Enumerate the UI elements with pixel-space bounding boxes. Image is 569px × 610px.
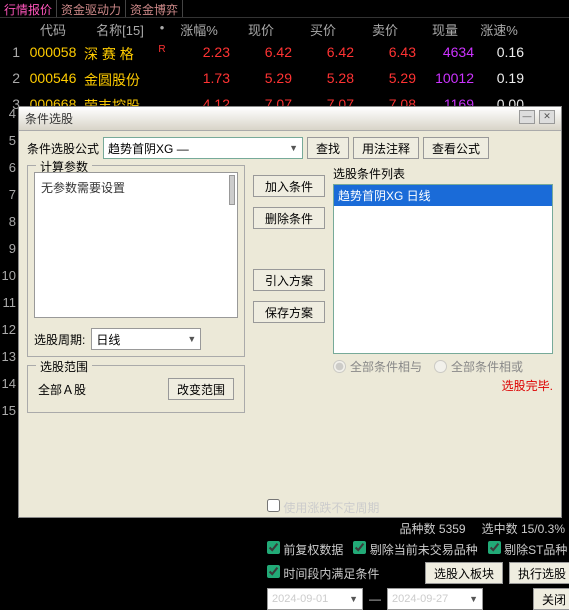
col-name[interactable]: 名称[15]: [84, 20, 156, 39]
col-speed[interactable]: 涨速%: [474, 20, 530, 39]
formula-select[interactable]: 趋势首阴XG — ▼: [103, 137, 303, 159]
chevron-down-icon: ▼: [187, 334, 196, 344]
range-fieldset: 选股范围 全部Ａ股 改变范围: [27, 365, 245, 413]
chk-forward-adjust[interactable]: 前复权数据: [267, 541, 343, 558]
selected-count: 选中数 15/0.3%: [482, 520, 565, 537]
delete-condition-button[interactable]: 删除条件: [253, 207, 325, 229]
top-tabs: 行情报价 资金驱动力 资金博弈: [0, 0, 569, 18]
params-fieldset: 计算参数 无参数需要设置 选股周期: 日线 ▼: [27, 165, 245, 357]
tab-capital-drive[interactable]: 资金驱动力: [57, 0, 126, 17]
kind-count: 品种数 5359: [400, 520, 466, 537]
conditions-list-label: 选股条件列表: [333, 165, 553, 182]
add-condition-button[interactable]: 加入条件: [253, 175, 325, 197]
condition-stock-dialog: 条件选股 — ✕ 条件选股公式 趋势首阴XG — ▼ 查找 用法注释 查看公式 …: [18, 106, 562, 518]
col-dot: •: [156, 20, 168, 39]
col-volume[interactable]: 现量: [416, 20, 474, 39]
params-box: 无参数需要设置: [34, 172, 238, 318]
col-price[interactable]: 现价: [230, 20, 292, 39]
conditions-listbox[interactable]: 趋势首阴XG 日线: [333, 184, 553, 354]
col-sell[interactable]: 卖价: [354, 20, 416, 39]
range-value: 全部Ａ股: [38, 381, 86, 398]
dialog-titlebar[interactable]: 条件选股 — ✕: [19, 107, 561, 131]
save-scheme-button[interactable]: 保存方案: [253, 301, 325, 323]
col-change[interactable]: 涨幅%: [168, 20, 230, 39]
chk-undef-period[interactable]: 使用涨跌不定周期: [267, 499, 379, 516]
table-row[interactable]: 2 000546 金圆股份 1.73 5.29 5.28 5.29 10012 …: [0, 67, 569, 93]
chk-exclude-st[interactable]: 剔除ST品种: [488, 541, 568, 558]
chevron-down-icon: ▼: [289, 143, 298, 153]
view-formula-button[interactable]: 查看公式: [423, 137, 489, 159]
search-button[interactable]: 查找: [307, 137, 349, 159]
done-status: 选股完毕.: [333, 377, 553, 394]
chk-exclude-nontrade[interactable]: 剔除当前未交易品种: [353, 541, 477, 558]
table-row[interactable]: 1 000058 深 赛 格 R 2.23 6.42 6.42 6.43 463…: [0, 41, 569, 67]
tab-quotes[interactable]: 行情报价: [0, 0, 57, 17]
col-buy[interactable]: 买价: [292, 20, 354, 39]
date-to-select[interactable]: 2024-09-27▼: [387, 588, 483, 610]
close-icon[interactable]: ✕: [539, 110, 555, 124]
radio-or[interactable]: 全部条件相或: [434, 358, 523, 375]
close-button[interactable]: 关闭: [533, 588, 569, 610]
period-select[interactable]: 日线 ▼: [91, 328, 201, 350]
execute-button[interactable]: 执行选股: [509, 562, 569, 584]
period-label: 选股周期:: [34, 331, 85, 348]
minimize-icon[interactable]: —: [519, 110, 535, 124]
stock-table: 代码 名称[15] • 涨幅% 现价 买价 卖价 现量 涨速% 1 000058…: [0, 18, 569, 119]
tab-capital-game[interactable]: 资金博弈: [126, 0, 183, 17]
to-block-button[interactable]: 选股入板块: [425, 562, 503, 584]
row-index-gutter: 456 789 101112 131415: [0, 106, 18, 430]
dialog-title: 条件选股: [25, 110, 73, 127]
radio-and[interactable]: 全部条件相与: [333, 358, 422, 375]
col-code[interactable]: 代码: [22, 20, 84, 39]
change-range-button[interactable]: 改变范围: [168, 378, 234, 400]
usage-button[interactable]: 用法注释: [353, 137, 419, 159]
scrollbar-thumb[interactable]: [229, 175, 235, 205]
list-item[interactable]: 趋势首阴XG 日线: [334, 185, 552, 206]
chevron-down-icon: ▼: [349, 594, 358, 604]
import-scheme-button[interactable]: 引入方案: [253, 269, 325, 291]
table-header: 代码 名称[15] • 涨幅% 现价 买价 卖价 现量 涨速%: [0, 18, 569, 41]
chevron-down-icon: ▼: [469, 594, 478, 604]
formula-label: 条件选股公式: [27, 140, 99, 157]
chk-timerange[interactable]: 时间段内满足条件: [267, 565, 379, 582]
date-from-select[interactable]: 2024-09-01▼: [267, 588, 363, 610]
